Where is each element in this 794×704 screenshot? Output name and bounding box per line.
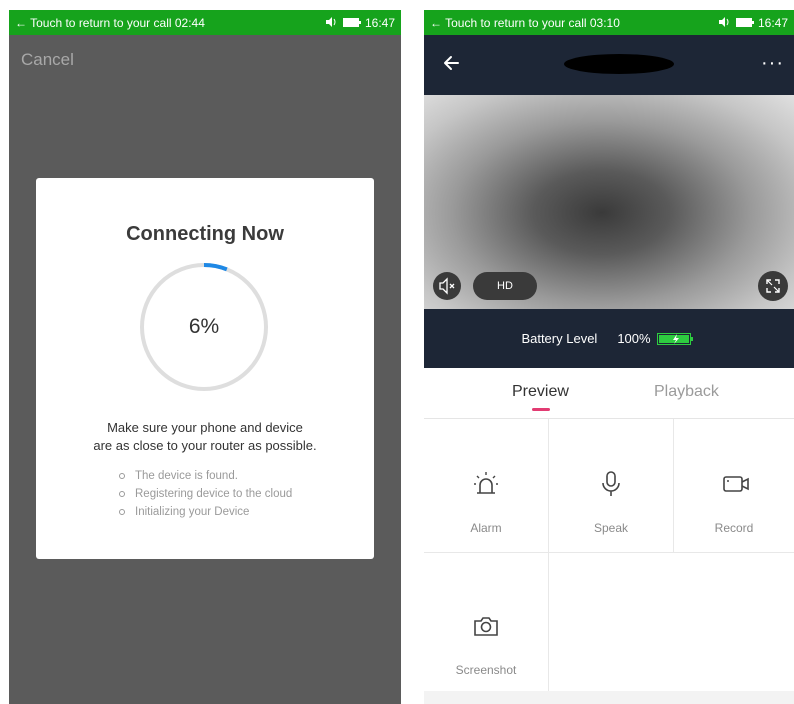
- battery-status-icon: [342, 18, 361, 27]
- step-item: The device is found.: [119, 470, 238, 482]
- app-bar: ···: [424, 35, 794, 95]
- hint-line-1: Make sure your phone and device: [107, 420, 303, 435]
- status-bar[interactable]: ← Touch to return to your call 02:44 16:…: [9, 10, 401, 35]
- battery-status-icon: [735, 18, 754, 27]
- battery-icon: [656, 332, 693, 345]
- dialog-title: Connecting Now: [126, 223, 284, 245]
- camera-video-feed[interactable]: HD: [424, 95, 794, 309]
- return-to-call-link[interactable]: ← Touch to return to your call 02:44: [15, 16, 325, 30]
- status-time: 16:47: [757, 15, 788, 30]
- step-item: Registering device to the cloud: [119, 488, 292, 500]
- screenshot-label: Screenshot: [455, 663, 517, 677]
- tab-playback[interactable]: Playback: [654, 383, 719, 401]
- status-bar[interactable]: ← Touch to return to your call 03:10 16:…: [424, 10, 794, 35]
- progress-percent: 6%: [188, 315, 220, 338]
- step-item: Initializing your Device: [119, 506, 249, 518]
- alarm-icon: [474, 472, 498, 494]
- mute-icon[interactable]: [433, 272, 461, 300]
- back-arrow-icon[interactable]: [438, 49, 466, 77]
- action-grid: Alarm Speak Record Screenshot: [424, 419, 794, 691]
- return-to-call-link[interactable]: ← Touch to return to your call 03:10: [430, 16, 718, 30]
- camera-preview-screen: ← Touch to return to your call 03:10 16:…: [424, 10, 794, 704]
- step-bullet-icon: [119, 472, 125, 479]
- hint-line-2: are as close to your router as possible.: [93, 438, 317, 453]
- more-icon[interactable]: ···: [761, 52, 784, 75]
- redacted-device-name: [564, 54, 674, 74]
- cancel-button[interactable]: Cancel: [21, 50, 74, 70]
- microphone-icon: [602, 471, 620, 496]
- screenshot-button[interactable]: Screenshot: [424, 553, 549, 691]
- video-camera-icon: [723, 476, 749, 492]
- camera-icon: [474, 617, 498, 636]
- speak-label: Speak: [593, 521, 629, 535]
- alarm-label: Alarm: [470, 521, 502, 535]
- step-bullet-icon: [119, 490, 125, 497]
- active-tab-indicator: [532, 408, 550, 411]
- speak-button[interactable]: Speak: [549, 419, 674, 553]
- status-time: 16:47: [364, 15, 395, 30]
- hd-toggle-button[interactable]: HD: [473, 272, 537, 300]
- connecting-screen: ← Touch to return to your call 02:44 16:…: [9, 10, 401, 704]
- volume-icon: [718, 16, 730, 30]
- battery-label: Battery Level: [521, 331, 598, 346]
- step-bullet-icon: [119, 508, 125, 515]
- tab-bar: Preview Playback: [424, 368, 794, 419]
- tab-preview[interactable]: Preview: [512, 383, 569, 401]
- record-label: Record: [714, 521, 754, 535]
- battery-value: 100%: [617, 331, 651, 346]
- fullscreen-icon[interactable]: [758, 271, 788, 301]
- volume-icon: [325, 16, 337, 30]
- connecting-dialog: Connecting Now 6% Make sure your phone a…: [36, 178, 374, 559]
- record-button[interactable]: Record: [674, 419, 794, 553]
- battery-level-bar: Battery Level 100%: [424, 309, 794, 368]
- alarm-button[interactable]: Alarm: [424, 419, 549, 553]
